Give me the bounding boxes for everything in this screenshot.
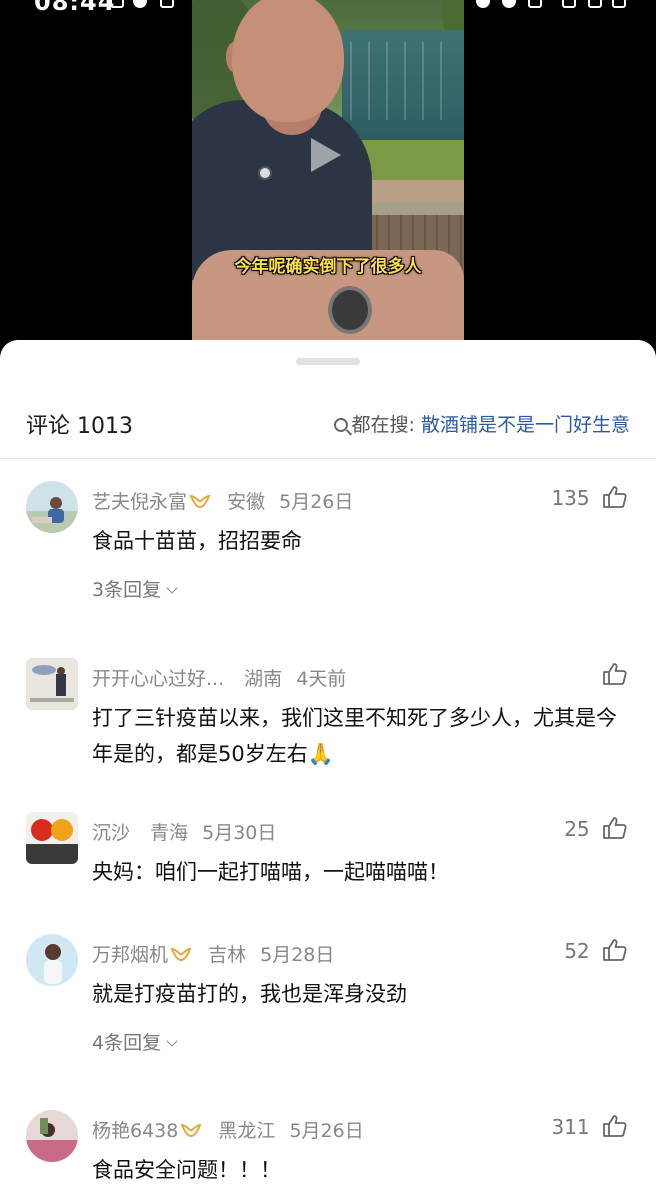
video-building: [342, 30, 464, 140]
comment-text: 就是打疫苗打的，我也是浑身没劲: [92, 982, 407, 1006]
mute-icon: [528, 0, 542, 8]
comments-header: 评论 1013 都在搜: 散酒铺是不是一门好生意: [0, 396, 656, 456]
view-replies-button[interactable]: 3条回复: [92, 575, 178, 602]
comment-meta: 艺夫倪永富 安徽 5月26日: [92, 487, 361, 514]
vip-badge-icon: [180, 1123, 202, 1138]
comment-text: 食品十苗苗，招招要命: [92, 529, 302, 553]
video-watch: [328, 286, 372, 334]
username[interactable]: 艺夫倪永富: [92, 491, 187, 513]
vip-badge-icon: [189, 494, 211, 509]
comment-date: 5月30日: [202, 822, 277, 844]
divider: [0, 458, 656, 459]
avatar[interactable]: [26, 1110, 78, 1162]
video-person-head: [232, 0, 344, 122]
like-count: 52: [564, 939, 590, 963]
video-frame[interactable]: [192, 0, 464, 345]
wechat-icon: [476, 0, 490, 8]
comment-meta: 万邦烟机 吉林 5月28日: [92, 940, 342, 967]
avatar[interactable]: [26, 658, 78, 710]
search-prefix: 都在搜:: [351, 414, 415, 436]
replies-label: 3条回复: [92, 579, 162, 601]
search-keyword-link[interactable]: 散酒铺是不是一门好生意: [421, 414, 630, 436]
location: 青海: [150, 822, 189, 844]
status-bar: 08:44: [0, 0, 656, 16]
play-icon[interactable]: [311, 138, 341, 172]
comments-sheet: 评论 1013 都在搜: 散酒铺是不是一门好生意 艺夫倪永富 安徽 5月26日 …: [0, 340, 656, 1200]
signal-icon: [588, 0, 602, 8]
avatar[interactable]: [26, 934, 78, 986]
comment-date: 4天前: [296, 668, 347, 690]
like-button[interactable]: 311: [551, 1114, 628, 1139]
search-suggestion[interactable]: 都在搜: 散酒铺是不是一门好生意: [333, 410, 630, 437]
like-count: 25: [564, 817, 590, 841]
comment-date: 5月26日: [289, 1120, 364, 1142]
thumbs-up-icon: [603, 1115, 627, 1137]
username[interactable]: 万邦烟机: [92, 944, 168, 966]
comment-text: 食品安全问题！！！: [92, 1158, 281, 1182]
drag-handle[interactable]: [296, 358, 360, 365]
app-screen: 08:44 今年呢确实倒下了很多人 评论 1013 都在搜: 散酒铺是不是一门好…: [0, 0, 656, 1200]
replies-label: 4条回复: [92, 1032, 162, 1054]
thumbs-up-icon: [603, 663, 627, 685]
like-count: 311: [551, 1115, 590, 1139]
video-player[interactable]: 今年呢确实倒下了很多人: [0, 0, 656, 345]
like-count: 135: [551, 486, 590, 510]
like-button[interactable]: [596, 662, 628, 687]
vip-badge-icon: [170, 947, 192, 962]
comment-date: 5月28日: [260, 944, 335, 966]
comment-text: 打了三针疫苗以来，我们这里不知死了多少人，尤其是今年是的，都是50岁左右🙏: [92, 706, 617, 766]
comment-meta: 开开心心过好... 湖南 4天前: [92, 664, 354, 691]
status-time: 08:44: [34, 0, 116, 16]
location: 吉林: [208, 944, 247, 966]
chevron-down-icon: [166, 1035, 178, 1047]
username[interactable]: 开开心心过好...: [92, 668, 224, 690]
notification-icon: [110, 0, 124, 8]
avatar[interactable]: [26, 481, 78, 533]
comment-meta: 杨艳6438 黑龙江 5月26日: [92, 1116, 372, 1143]
like-button[interactable]: 52: [564, 938, 628, 963]
comment-text: 央妈：咱们一起打喵喵，一起喵喵喵！: [92, 860, 449, 884]
location: 黑龙江: [218, 1120, 276, 1142]
video-subtitle: 今年呢确实倒下了很多人: [234, 257, 422, 277]
view-replies-button[interactable]: 4条回复: [92, 1028, 178, 1055]
location: 湖南: [244, 668, 283, 690]
thumbs-up-icon: [603, 817, 627, 839]
thumbs-up-icon: [603, 486, 627, 508]
like-button[interactable]: 25: [564, 816, 628, 841]
comments-title: 评论 1013: [26, 414, 133, 439]
search-icon: [333, 418, 348, 432]
location: 安徽: [227, 491, 266, 513]
like-button[interactable]: 135: [551, 485, 628, 510]
wifi-icon: [562, 0, 576, 8]
chevron-down-icon: [166, 582, 178, 594]
comment-date: 5月26日: [279, 491, 354, 513]
vibrate-icon: [502, 0, 516, 8]
video-mic: [258, 166, 272, 180]
username[interactable]: 杨艳6438: [92, 1120, 178, 1142]
username[interactable]: 沉沙: [92, 822, 130, 844]
thumbs-up-icon: [603, 939, 627, 961]
battery-icon: [612, 0, 626, 8]
comment-meta: 沉沙 青海 5月30日: [92, 818, 284, 845]
avatar[interactable]: [26, 812, 78, 864]
app-notification-icon-2: [160, 0, 174, 8]
app-notification-icon: [133, 0, 147, 8]
